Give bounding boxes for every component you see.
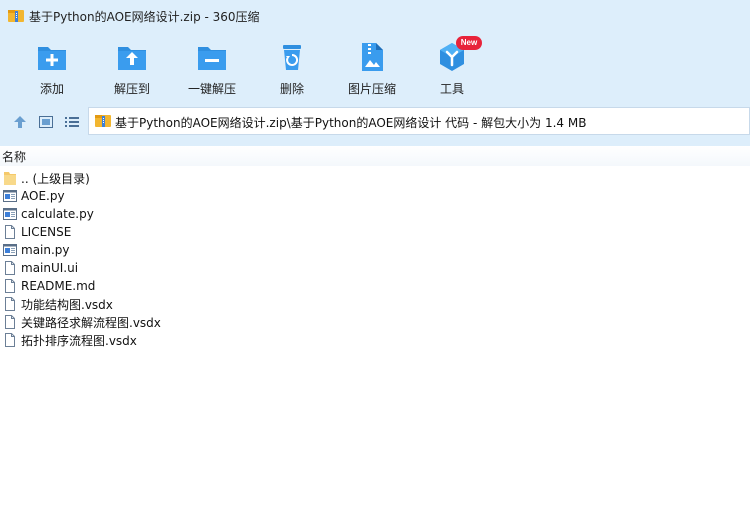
list-item[interactable]: README.md [2, 277, 95, 295]
list-item[interactable]: 关键路径求解流程图.vsdx [2, 313, 161, 331]
add-folder-icon [35, 40, 69, 74]
file-name: main.py [21, 243, 70, 257]
file-icon [2, 224, 18, 240]
folder-icon [2, 170, 18, 186]
zip-archive-icon [95, 114, 111, 128]
image-compress-label: 图片压缩 [347, 82, 396, 96]
python-file-icon [2, 188, 18, 204]
up-level-button[interactable] [10, 112, 30, 132]
file-name: mainUI.ui [21, 261, 79, 275]
one-click-extract-button[interactable]: 一键解压 [172, 36, 252, 98]
file-name: 拓扑排序流程图.vsdx [21, 333, 137, 348]
list-item[interactable]: 拓扑排序流程图.vsdx [2, 331, 137, 349]
file-icon [2, 278, 18, 294]
name-column-header[interactable]: 名称 [2, 148, 26, 165]
delete-button[interactable]: 删除 [252, 36, 332, 98]
extract-to-button[interactable]: 解压到 [92, 36, 172, 98]
image-compress-icon [355, 40, 389, 74]
list-item[interactable]: mainUI.ui [2, 259, 78, 277]
title-bar: 基于Python的AOE网络设计.zip - 360压缩 [0, 0, 750, 32]
python-file-icon [2, 206, 18, 222]
extract-to-icon [115, 40, 149, 74]
delete-label: 删除 [279, 82, 304, 96]
list-item[interactable]: calculate.py [2, 205, 94, 223]
file-name: README.md [21, 279, 96, 293]
one-click-extract-icon [195, 40, 229, 74]
list-item[interactable]: LICENSE [2, 223, 71, 241]
tools-button[interactable]: New 工具 [412, 36, 492, 98]
list-item[interactable]: AOE.py [2, 187, 65, 205]
arrow-up-icon [14, 116, 26, 128]
zip-archive-icon [8, 9, 24, 23]
file-icon [2, 332, 18, 348]
python-file-icon [2, 242, 18, 258]
file-name: AOE.py [21, 189, 65, 203]
window-title: 基于Python的AOE网络设计.zip - 360压缩 [29, 10, 260, 24]
new-badge: New [456, 36, 482, 50]
address-bar[interactable]: 基于Python的AOE网络设计.zip\基于Python的AOE网络设计 代码… [88, 107, 750, 135]
image-compress-button[interactable]: 图片压缩 [332, 36, 412, 98]
list-view-button[interactable] [62, 112, 82, 132]
list-item-parent[interactable]: .. (上级目录) [2, 169, 90, 187]
file-icon [2, 296, 18, 312]
add-label: 添加 [39, 82, 64, 96]
add-button[interactable]: 添加 [12, 36, 92, 98]
recycle-bin-icon [275, 40, 309, 74]
column-header: 名称 [0, 146, 750, 166]
file-name: 关键路径求解流程图.vsdx [21, 315, 161, 330]
archive-path: 基于Python的AOE网络设计.zip\基于Python的AOE网络设计 代码… [115, 116, 587, 130]
one-click-extract-label: 一键解压 [187, 82, 236, 96]
tools-label: 工具 [439, 82, 464, 96]
file-name: calculate.py [21, 207, 94, 221]
extract-to-label: 解压到 [113, 82, 150, 96]
file-name: LICENSE [21, 225, 72, 239]
thumbnail-view-button[interactable] [36, 112, 56, 132]
list-item[interactable]: 功能结构图.vsdx [2, 295, 113, 313]
file-icon [2, 314, 18, 330]
tools-icon: New [435, 36, 482, 74]
toolbar: 添加 解压到 一键解压 删除 图片压缩 New 工具 [0, 36, 750, 98]
navigation-bar: 基于Python的AOE网络设计.zip\基于Python的AOE网络设计 代码… [0, 106, 750, 138]
file-name: .. (上级目录) [21, 171, 90, 186]
file-name: 功能结构图.vsdx [21, 297, 113, 312]
file-icon [2, 260, 18, 276]
list-item[interactable]: main.py [2, 241, 70, 259]
view-icon [39, 116, 53, 128]
list-view-icon [65, 117, 79, 127]
file-list: 名称 .. (上级目录) AOE.py calculate.py LICENSE… [0, 146, 750, 512]
